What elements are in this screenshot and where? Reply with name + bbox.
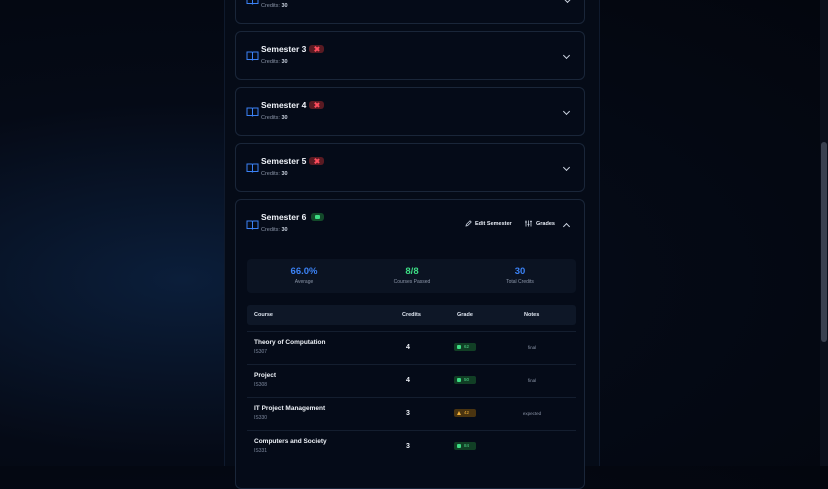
table-header: Course Credits Grade Notes [247,305,576,325]
chevron-up-icon[interactable] [562,222,571,231]
book-icon [246,107,259,117]
course-code: IS307 [254,349,268,355]
semester-stats: 66.0% Average 8/8 Courses Passed 30 Tota… [247,259,576,293]
course-name: Theory of Computation [254,339,326,346]
grades-button[interactable]: Grades [525,220,555,227]
average-value: 66.0% [290,266,318,277]
check-icon [457,444,461,448]
book-icon [246,220,259,230]
edit-semester-label: Edit Semester [475,221,512,227]
header-credits: Credits [402,312,421,318]
course-code: IS331 [254,448,268,454]
chevron-down-icon[interactable] [563,0,572,4]
grade-value: 84 [464,443,470,448]
header-notes: Notes [524,312,540,318]
semester-credits: Credits: 30 [261,3,288,9]
grade-value: 50 [464,377,470,382]
check-icon [457,345,461,349]
semester-title: Semester 4 [261,100,307,110]
course-note: final [527,378,537,383]
semester-card-2[interactable]: Credits: 30 [235,0,585,24]
failed-status-icon [309,101,324,109]
average-stat: 66.0% Average [249,266,359,285]
table-row[interactable]: Project IS308 4 50 final [247,364,576,398]
semester-title: Semester 5 [261,156,307,166]
grades-label: Grades [536,221,555,227]
course-code: IS330 [254,415,268,421]
chevron-down-icon[interactable] [562,163,571,172]
course-credits: 3 [406,443,410,450]
semester-credits: Credits: 30 [261,115,288,121]
course-name: IT Project Management [254,405,326,412]
semester-credits: Credits: 30 [261,227,288,233]
semester-card-3[interactable]: Semester 3 Credits: 30 [235,31,585,80]
passed-status-icon [311,213,324,221]
chevron-down-icon[interactable] [562,51,571,60]
header-course: Course [254,312,273,318]
table-row[interactable]: IT Project Management IS330 3 42 expecte… [247,397,576,431]
warning-icon [457,410,461,415]
courses-passed-stat: 8/8 Courses Passed [357,266,467,285]
semester-card-6: Semester 6 Credits: 30 Edit Semester Gra… [235,199,585,489]
failed-status-icon [309,157,324,165]
course-note: expected [522,411,542,416]
grade-badge: 62 [454,343,476,351]
grade-badge: 42 [454,409,476,417]
book-icon [246,0,259,5]
grade-value: 42 [464,410,470,415]
edit-semester-button[interactable]: Edit Semester [465,220,512,227]
course-credits: 3 [406,410,410,417]
semester-card-4[interactable]: Semester 4 Credits: 30 [235,87,585,136]
grade-badge: 50 [454,376,476,384]
check-icon [457,378,461,382]
total-credits-stat: 30 Total Credits [465,266,575,285]
chevron-down-icon[interactable] [562,107,571,116]
semester-credits: Credits: 30 [261,59,288,65]
semester-title: Semester 6 [261,212,307,222]
courses-passed-value: 8/8 [405,266,419,277]
course-credits: 4 [406,377,410,384]
table-row[interactable]: Theory of Computation IS307 4 62 final [247,331,576,365]
semester-credits: Credits: 30 [261,171,288,177]
total-credits-label: Total Credits [506,279,534,285]
book-icon [246,163,259,173]
courses-passed-label: Courses Passed [393,279,431,285]
grade-badge: 84 [454,442,476,450]
course-credits: 4 [406,344,410,351]
scrollbar[interactable] [820,0,828,466]
course-note: final [527,345,537,350]
header-grade: Grade [457,312,473,318]
scroll-thumb[interactable] [821,142,827,342]
total-credits-value: 30 [514,266,526,277]
course-code: IS308 [254,382,268,388]
course-name: Computers and Society [254,438,327,445]
table-row[interactable]: Computers and Society IS331 3 84 [247,430,576,464]
average-label: Average [294,279,314,285]
book-icon [246,51,259,61]
semester-title: Semester 3 [261,44,307,54]
pencil-icon [465,220,472,227]
semester-card-5[interactable]: Semester 5 Credits: 30 [235,143,585,192]
sliders-icon [525,220,532,227]
failed-status-icon [309,45,324,53]
course-name: Project [254,372,277,379]
grade-value: 62 [464,344,470,349]
